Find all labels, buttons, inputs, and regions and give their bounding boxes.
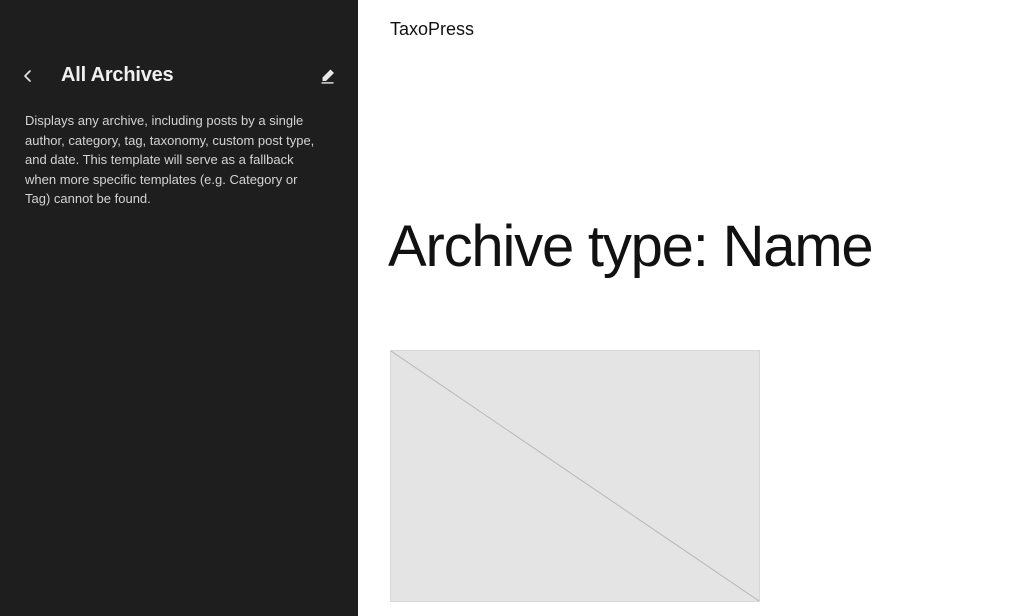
back-button[interactable] [14,62,42,90]
placeholder-diagonal-icon [391,351,759,601]
template-sidebar: All Archives Displays any archive, inclu… [0,0,358,616]
archive-title-heading[interactable]: Archive type: Name [388,212,874,282]
template-description: Displays any archive, including posts by… [25,113,315,206]
sidebar-header: All Archives [0,58,358,94]
editor-canvas[interactable]: TaxoPress Archive type: Name [358,0,1024,616]
pencil-icon [321,69,334,84]
edit-template-button[interactable] [314,62,342,90]
sidebar-title: All Archives [61,64,174,86]
chevron-left-icon [24,70,31,82]
site-title[interactable]: TaxoPress [390,19,474,40]
featured-image-placeholder[interactable] [390,350,760,602]
